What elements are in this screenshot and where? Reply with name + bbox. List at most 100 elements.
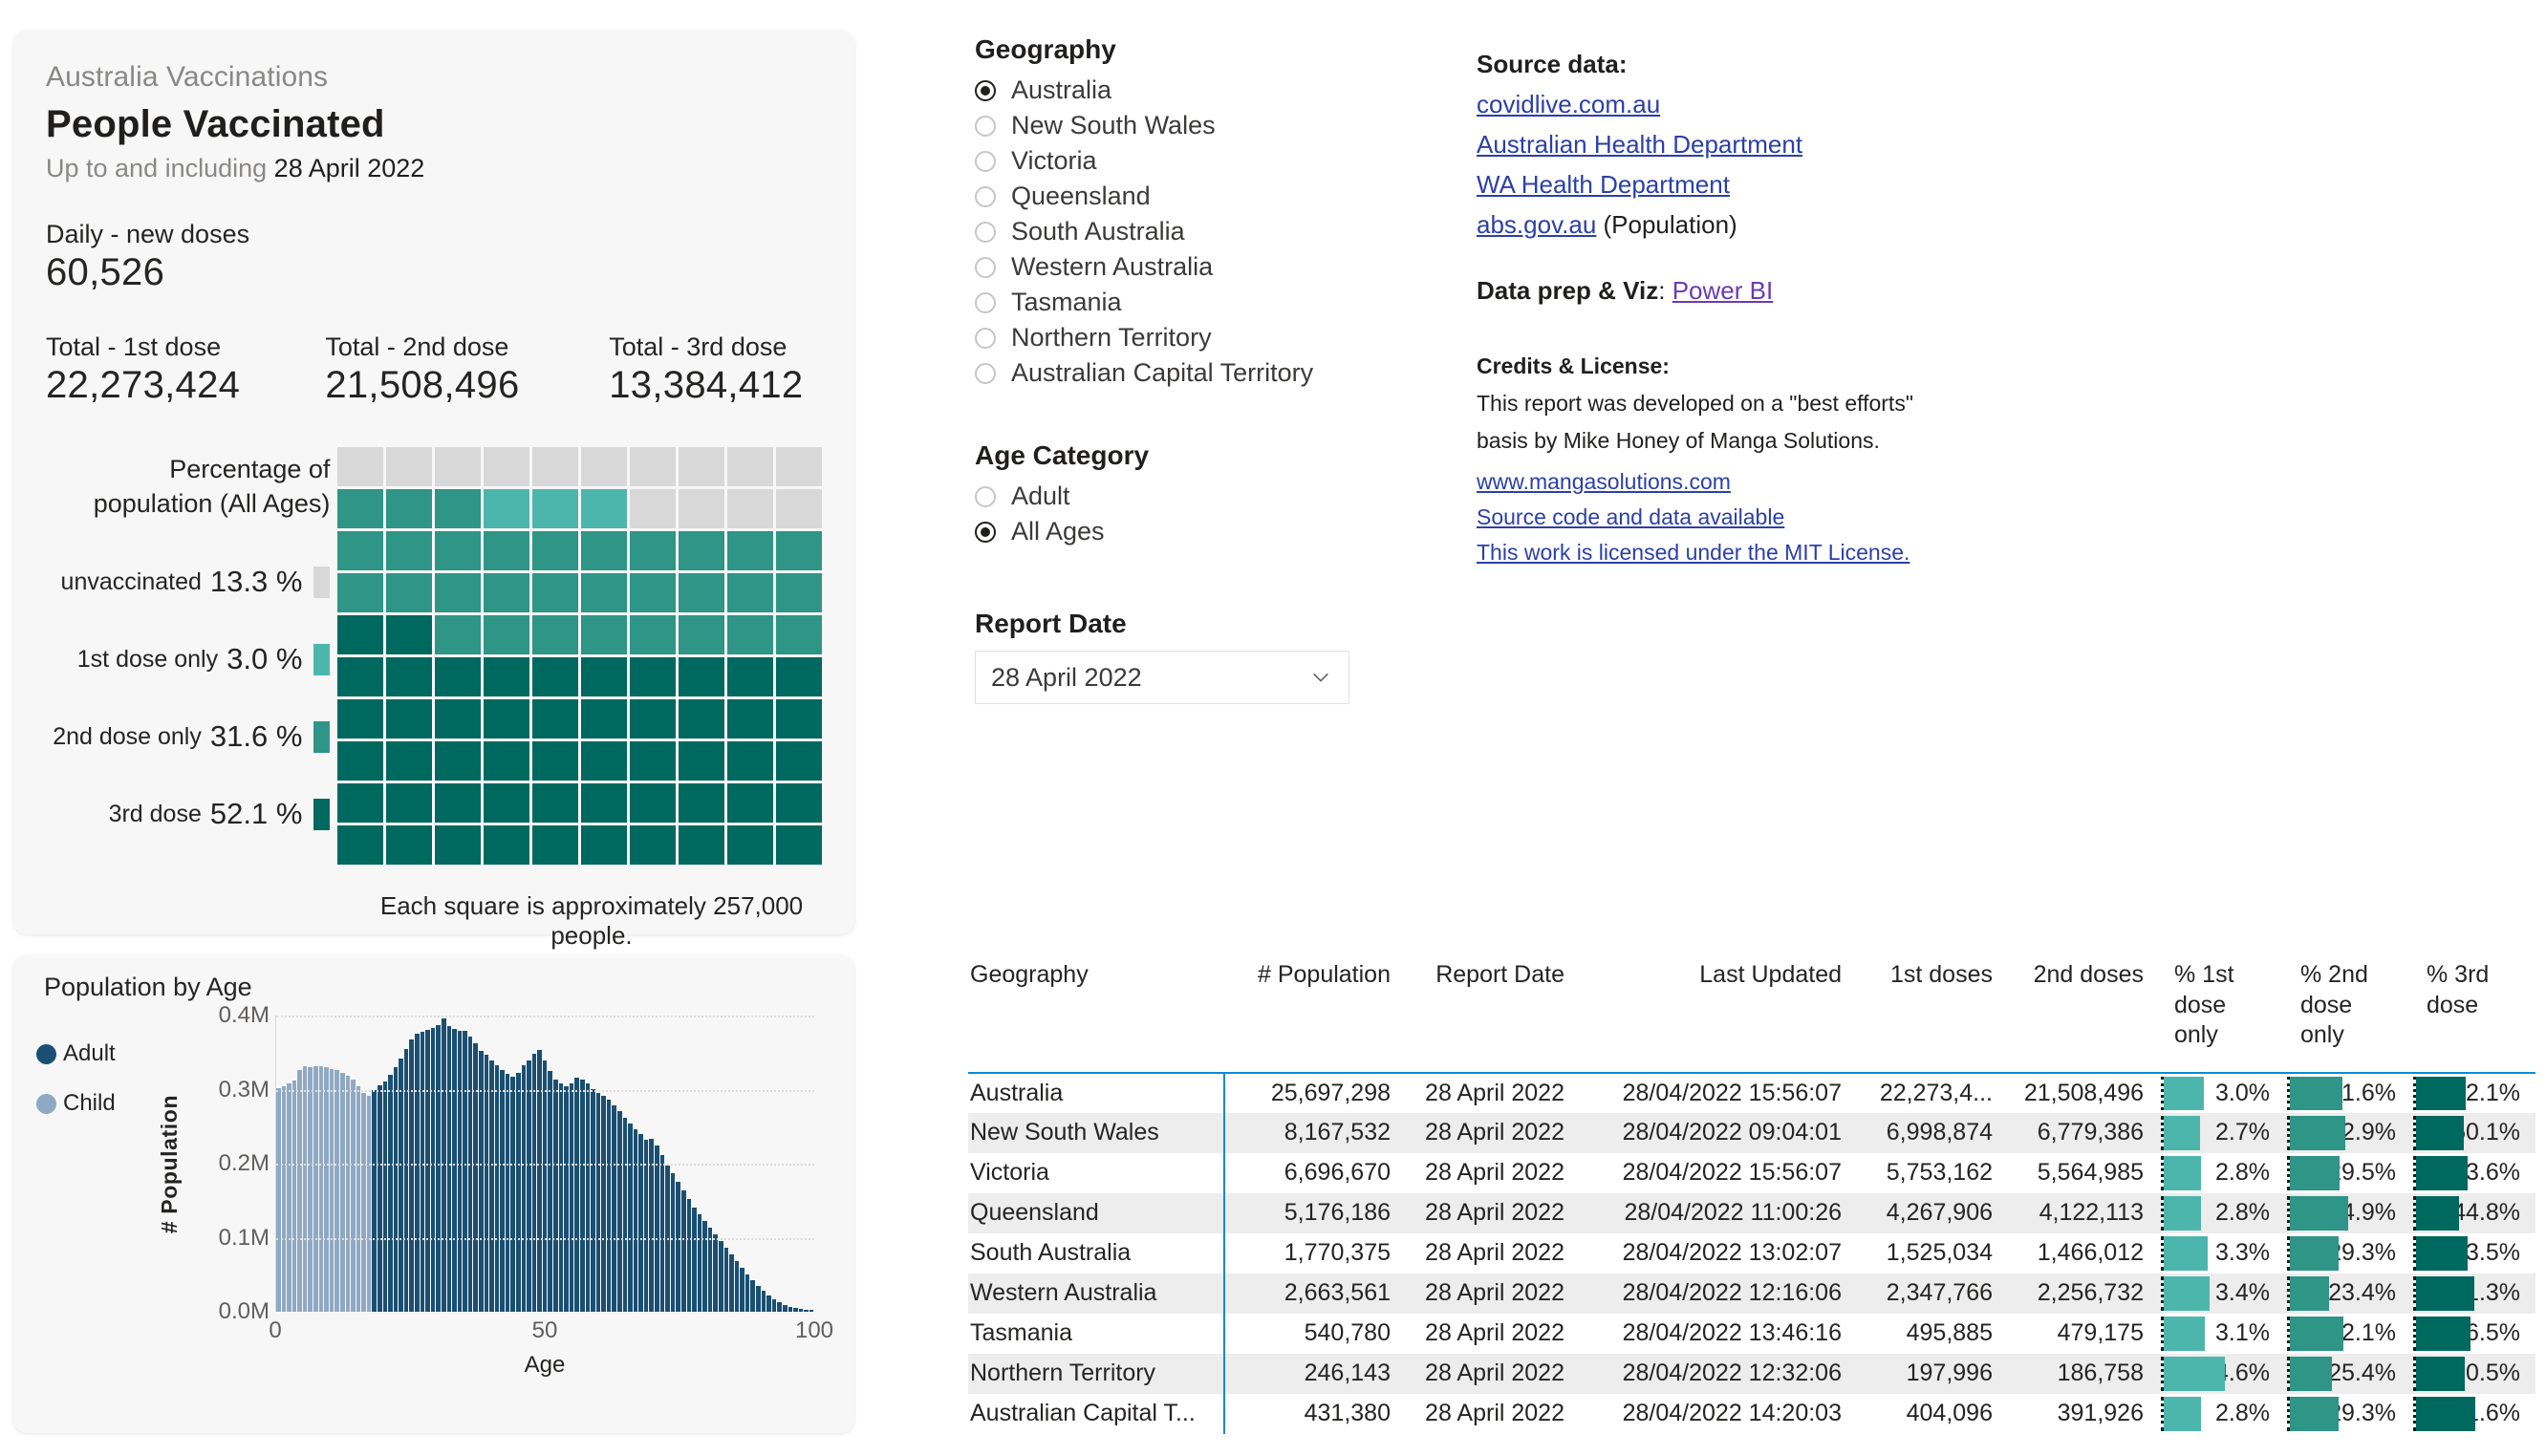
bar[interactable] [308,1067,313,1312]
bar[interactable] [655,1146,659,1312]
waffle-cell[interactable] [484,447,530,486]
bar[interactable] [788,1306,793,1312]
col-header-1st-doses[interactable]: 1st doses [1857,960,2008,1074]
radio-button[interactable] [975,256,996,278]
waffle-cell[interactable] [581,615,628,654]
table-row[interactable]: South Australia 1,770,375 28 April 2022 28/… [968,1232,2535,1274]
radio-button[interactable] [975,79,996,101]
geography-option-australian-capital-territory[interactable]: Australian Capital Territory [975,355,1424,391]
waffle-cell[interactable] [435,447,482,486]
waffle-cell[interactable] [581,783,628,823]
waffle-cell[interactable] [630,531,677,570]
legend-item-adult[interactable]: Adult [36,1040,153,1067]
bar[interactable] [574,1078,579,1312]
bar[interactable] [702,1221,707,1312]
col-header-geography[interactable]: Geography [968,960,1224,1074]
waffle-cell[interactable] [386,783,433,823]
legend-item-3rd-dose[interactable]: 3rd dose 52.1 % [46,797,331,830]
link-covidlive[interactable]: covidlive.com.au [1477,90,1660,119]
waffle-cell[interactable] [386,825,433,865]
waffle-cell[interactable] [435,657,482,696]
bar[interactable] [548,1071,553,1312]
waffle-cell[interactable] [581,447,628,486]
bar[interactable] [372,1089,377,1312]
col-header-population[interactable]: # Population [1224,960,1406,1074]
waffle-cell[interactable] [679,615,725,654]
waffle-cell[interactable] [435,699,482,739]
waffle-cell[interactable] [484,825,530,865]
bar[interactable] [436,1025,441,1312]
waffle-cell[interactable] [484,657,530,696]
waffle-cell[interactable] [776,531,822,570]
waffle-cell[interactable] [484,783,530,823]
waffle-cell[interactable] [727,741,774,781]
bar[interactable] [510,1076,516,1312]
waffle-cell[interactable] [776,657,822,696]
geography-option-queensland[interactable]: Queensland [975,179,1424,214]
waffle-cell[interactable] [776,741,822,781]
waffle-cell[interactable] [386,615,433,654]
geography-detail-table[interactable]: Geography # Population Report Date Last … [968,960,2535,1434]
waffle-cell[interactable] [630,783,677,823]
waffle-cell[interactable] [679,783,725,823]
waffle-cell[interactable] [581,657,628,696]
waffle-cell[interactable] [337,657,384,696]
waffle-cell[interactable] [484,489,530,528]
bar[interactable] [601,1096,606,1312]
waffle-cell[interactable] [337,447,384,486]
bar[interactable] [591,1088,595,1312]
geography-option-south-australia[interactable]: South Australia [975,214,1424,249]
waffle-cell[interactable] [776,447,822,486]
bar[interactable] [638,1134,643,1312]
bar[interactable] [339,1073,345,1312]
geography-option-northern-territory[interactable]: Northern Territory [975,320,1424,355]
bar[interactable] [452,1028,457,1312]
waffle-cell[interactable] [727,825,774,865]
waffle-cell[interactable] [679,699,725,739]
bar[interactable] [516,1072,521,1312]
legend-item-unvaccinated[interactable]: unvaccinated 13.3 % [46,565,331,598]
bar[interactable] [334,1070,339,1312]
waffle-cell[interactable] [386,489,433,528]
waffle-cell[interactable] [337,531,384,570]
legend-item-1st-dose-only[interactable]: 1st dose only 3.0 % [46,642,331,675]
waffle-cell[interactable] [776,783,822,823]
waffle-cell[interactable] [435,531,482,570]
bar[interactable] [676,1181,680,1312]
radio-button[interactable] [975,150,996,172]
link-power-bi[interactable]: Power BI [1672,276,1774,306]
bar[interactable] [276,1087,281,1312]
bar[interactable] [734,1261,740,1312]
bar[interactable] [723,1248,729,1312]
bar[interactable] [366,1095,372,1312]
waffle-cell[interactable] [630,573,677,612]
bar[interactable] [356,1086,361,1312]
bar[interactable] [446,1025,452,1312]
bar[interactable] [697,1214,702,1312]
bar[interactable] [403,1048,409,1312]
bar[interactable] [798,1308,804,1312]
waffle-cell[interactable] [581,699,628,739]
bar[interactable] [761,1291,766,1312]
waffle-cell[interactable] [532,447,579,486]
waffle-cell[interactable] [484,531,530,570]
bar[interactable] [415,1033,420,1312]
waffle-cell[interactable] [386,573,433,612]
waffle-cell[interactable] [484,573,530,612]
waffle-cell[interactable] [337,699,384,739]
waffle-cell[interactable] [435,741,482,781]
bar[interactable] [377,1084,382,1312]
col-header-pct-2nd-dose-only[interactable]: % 2nd dose only [2285,960,2411,1074]
waffle-cell[interactable] [727,531,774,570]
geography-option-victoria[interactable]: Victoria [975,143,1424,179]
geography-radio-group[interactable]: Australia New South Wales Victoria Queensla… [975,73,1424,391]
bar[interactable] [744,1274,750,1312]
waffle-grid[interactable] [337,447,822,865]
waffle-cell[interactable] [727,489,774,528]
waffle-cell[interactable] [581,489,628,528]
table-row[interactable]: Queensland 5,176,186 28 April 2022 28/04/20… [968,1192,2535,1233]
bar[interactable] [750,1280,756,1312]
radio-button[interactable] [975,362,996,384]
bar[interactable] [612,1104,616,1312]
waffle-cell[interactable] [776,699,822,739]
